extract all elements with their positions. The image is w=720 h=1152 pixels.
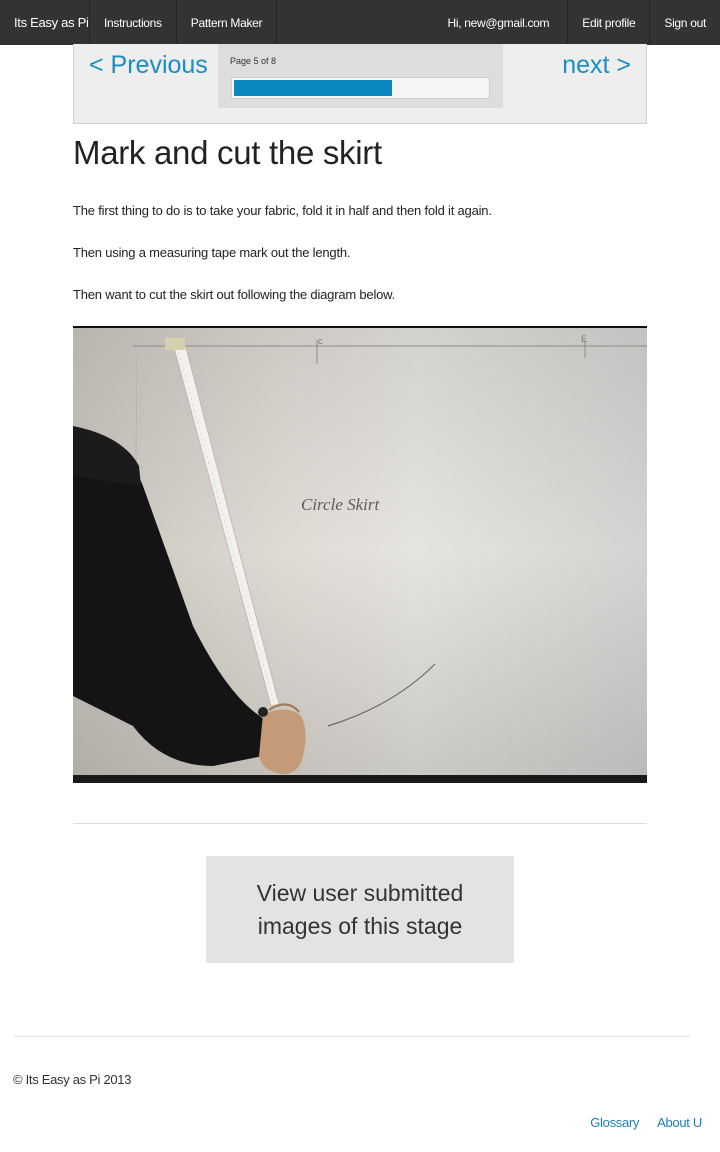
nav-left: Its Easy as Pi Instructions Pattern Make… (0, 0, 278, 45)
edit-profile-link[interactable]: Edit profile (567, 0, 649, 45)
footer-link-about[interactable]: About U (657, 1115, 702, 1130)
top-navbar: Its Easy as Pi Instructions Pattern Make… (0, 0, 720, 45)
svg-text:E: E (581, 334, 587, 344)
stage-photo: c E Circle Skirt (73, 326, 647, 783)
next-link[interactable]: next > (562, 51, 631, 80)
footer-links: Glossary About U (590, 1115, 702, 1130)
section-divider (73, 823, 647, 824)
instruction-paragraph: Then using a measuring tape mark out the… (73, 245, 351, 260)
progress-panel: Page 5 of 8 (218, 44, 503, 108)
instruction-paragraph: Then want to cut the skirt out following… (73, 287, 396, 302)
progress-bar-fill (234, 80, 392, 96)
user-greeting: Hi, new@gmail.com (447, 15, 550, 30)
progress-bar (231, 77, 490, 99)
page-title: Mark and cut the skirt (73, 134, 382, 171)
nav-pattern-maker[interactable]: Pattern Maker (177, 0, 278, 45)
footer-divider (13, 1036, 691, 1037)
nav-right: Hi, new@gmail.com Edit profile Sign out (429, 0, 720, 45)
view-submitted-images-button[interactable]: View user submitted images of this stage (206, 856, 514, 963)
previous-link[interactable]: < Previous (89, 51, 208, 80)
sign-out-link[interactable]: Sign out (649, 0, 720, 45)
footer-link-glossary[interactable]: Glossary (590, 1115, 639, 1130)
stage-photo-drawing: c E Circle Skirt (73, 328, 647, 783)
copyright-text: © Its Easy as Pi 2013 (13, 1072, 132, 1087)
page-pager: < Previous Page 5 of 8 next > (73, 44, 647, 124)
page-indicator: Page 5 of 8 (230, 56, 277, 66)
instruction-paragraph: The first thing to do is to take your fa… (73, 203, 492, 218)
nav-instructions[interactable]: Instructions (90, 0, 177, 45)
brand-link[interactable]: Its Easy as Pi (0, 0, 90, 45)
svg-text:c: c (318, 336, 323, 346)
handwriting-label: Circle Skirt (301, 495, 380, 514)
